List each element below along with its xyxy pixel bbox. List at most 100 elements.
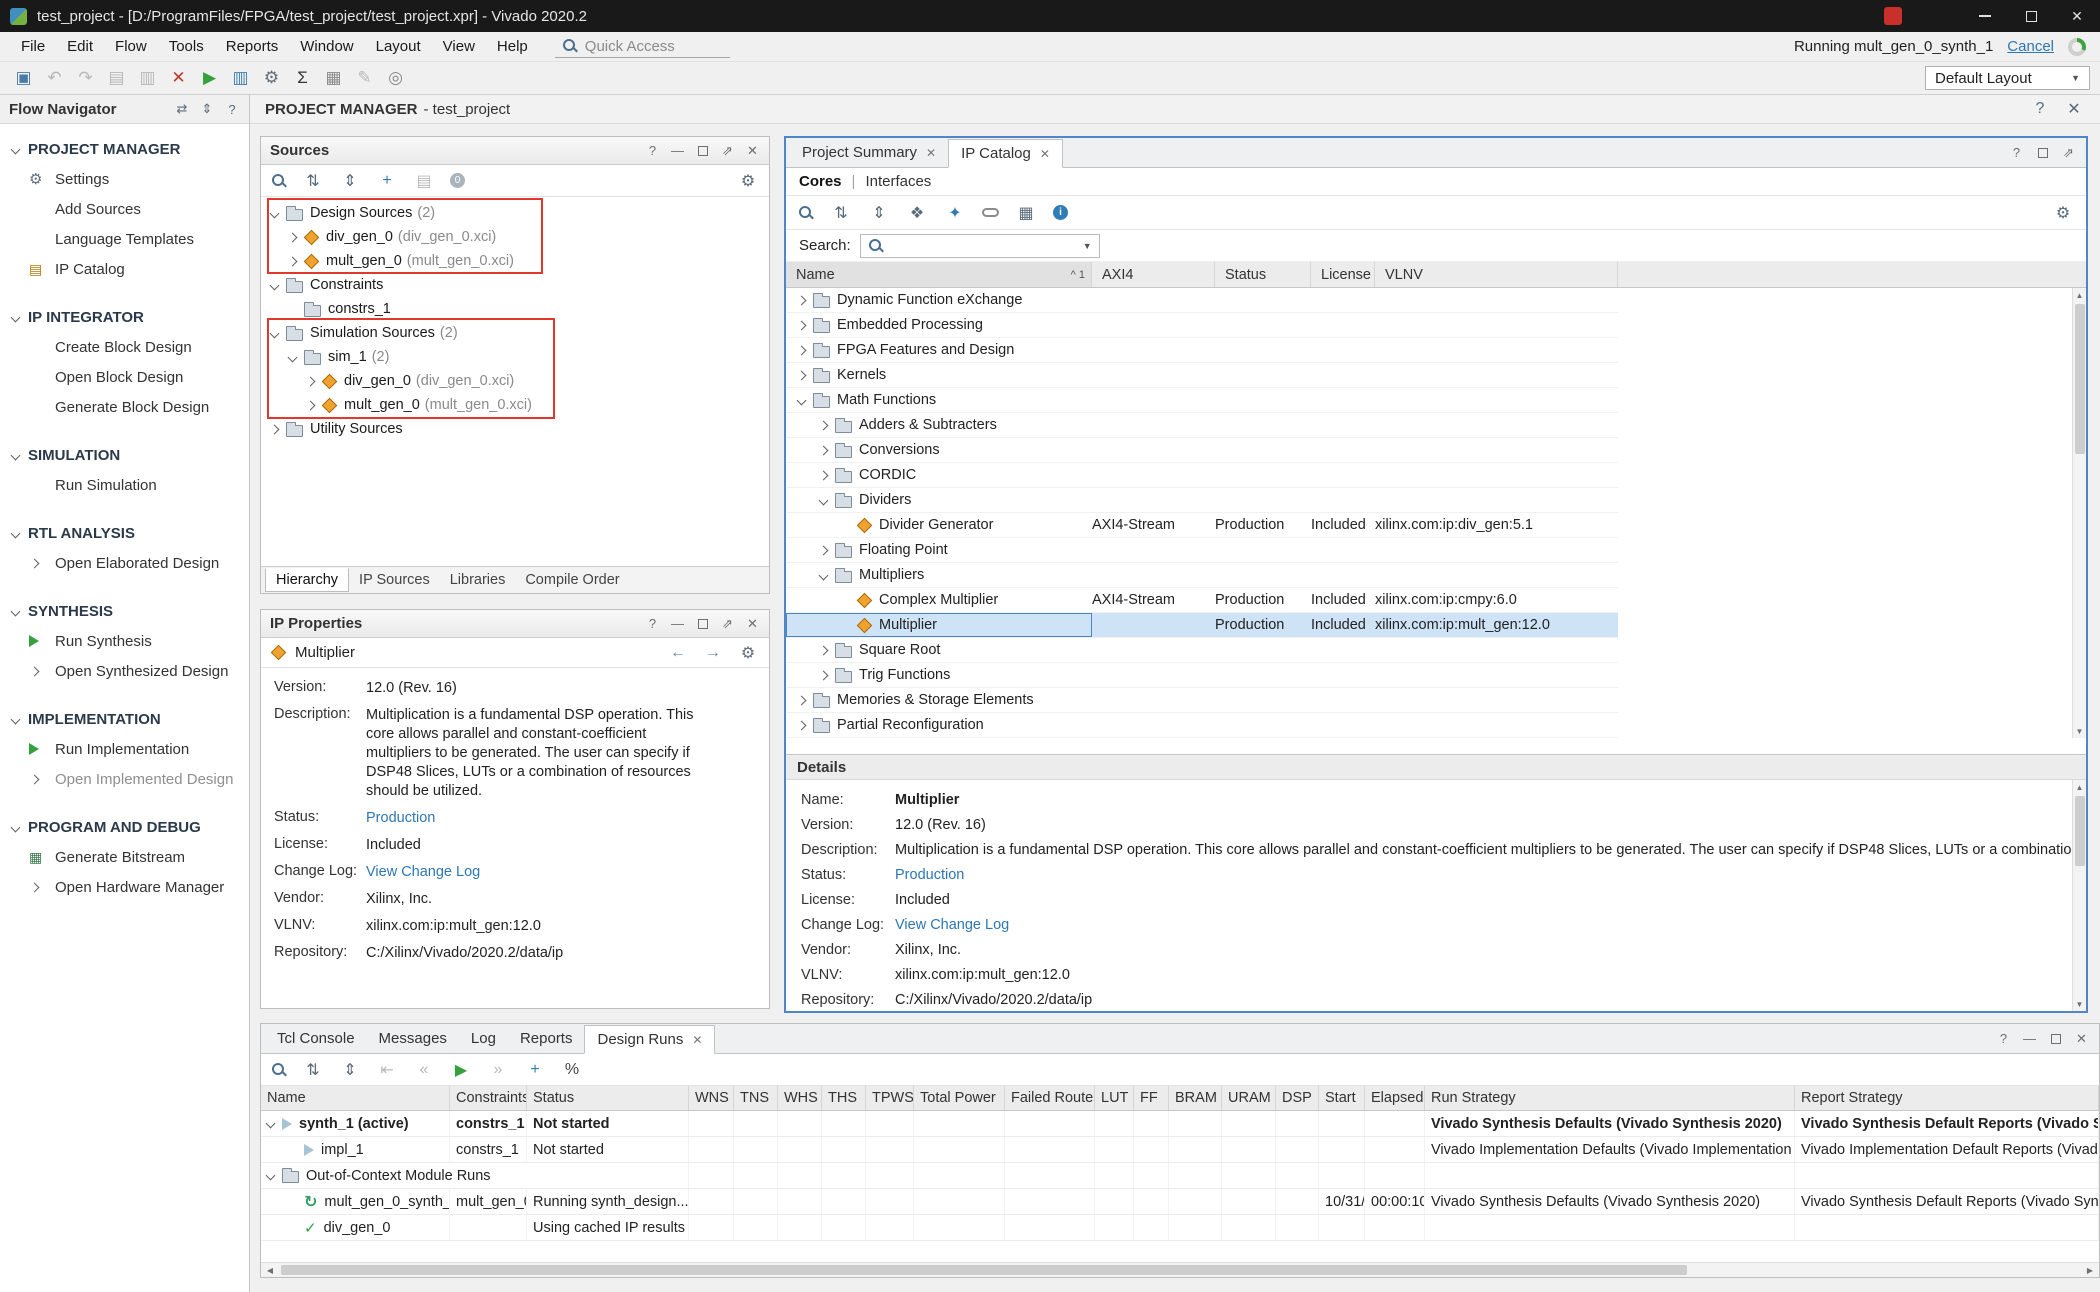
expand-toggle-icon[interactable] — [270, 424, 280, 434]
expand-toggle-icon[interactable] — [819, 445, 829, 455]
flownav-item-run-synthesis[interactable]: Run Synthesis — [0, 626, 249, 656]
tab-tcl-console[interactable]: Tcl Console — [265, 1024, 367, 1053]
column-header-ths[interactable]: THS — [822, 1086, 866, 1110]
column-header-constraints[interactable]: Constraints — [450, 1086, 527, 1110]
expand-toggle-icon[interactable] — [819, 645, 829, 655]
copy-icon[interactable]: ▤ — [103, 67, 130, 89]
menu-window[interactable]: Window — [289, 34, 364, 59]
run-row-out-of-context-module-runs[interactable]: Out-of-Context Module Runs — [261, 1163, 2099, 1189]
collapse-toggle-icon[interactable] — [270, 280, 280, 290]
cancel-link[interactable]: Cancel — [2007, 38, 2054, 55]
scrollbar-thumb[interactable] — [2075, 304, 2085, 454]
column-header-axi4[interactable]: AXI4 — [1092, 262, 1215, 287]
open-file-icon[interactable]: ▤ — [413, 170, 435, 192]
tree-item-mult-gen-0[interactable]: mult_gen_0(mult_gen_0.xci) — [261, 393, 769, 417]
alert-indicator-icon[interactable] — [1884, 7, 1902, 25]
flownav-item-open-implemented-design[interactable]: Open Implemented Design — [0, 764, 249, 794]
view-interfaces[interactable]: Interfaces — [865, 173, 931, 190]
flownav-item-generate-bitstream[interactable]: ▦Generate Bitstream — [0, 842, 249, 872]
collapse-toggle-icon[interactable] — [11, 528, 21, 538]
expand-toggle-icon[interactable] — [819, 470, 829, 480]
flownav-section-header-rtl-analysis[interactable]: RTL ANALYSIS — [0, 518, 249, 548]
tree-item-design-sources[interactable]: Design Sources(2) — [261, 201, 769, 225]
column-header-lut[interactable]: LUT — [1095, 1086, 1134, 1110]
horizontal-scrollbar[interactable]: ◀ ▶ — [261, 1262, 2099, 1277]
catalog-row-memories-storage-elements[interactable]: Memories & Storage Elements — [786, 688, 1618, 713]
expand-toggle-icon[interactable] — [30, 666, 40, 676]
column-header-license[interactable]: License — [1311, 262, 1375, 287]
flownav-section-header-implementation[interactable]: IMPLEMENTATION — [0, 704, 249, 734]
column-header-wns[interactable]: WNS — [689, 1086, 734, 1110]
catalog-row-math-functions[interactable]: Math Functions — [786, 388, 1618, 413]
settings-gear-icon[interactable]: ⚙ — [258, 67, 285, 89]
tab-ip-catalog[interactable]: IP Catalog✕ — [948, 139, 1063, 168]
run-row-div-gen-0[interactable]: ✓div_gen_0Using cached IP results — [261, 1215, 2099, 1241]
minimize-icon[interactable]: — — [670, 616, 685, 631]
field-link[interactable]: Production — [895, 867, 964, 883]
vertical-scrollbar[interactable]: ▲ ▼ — [2072, 288, 2086, 738]
tab-design-runs[interactable]: Design Runs✕ — [584, 1025, 715, 1054]
column-header-run-strategy[interactable]: Run Strategy — [1425, 1086, 1795, 1110]
catalog-row-cordic[interactable]: CORDIC — [786, 463, 1618, 488]
add-sources-icon[interactable]: + — [376, 170, 398, 192]
view-cores[interactable]: Cores — [799, 173, 842, 190]
maximize-icon[interactable]: ⇗ — [2061, 145, 2076, 160]
field-link[interactable]: Production — [366, 809, 435, 828]
collapse-toggle-icon[interactable] — [266, 1119, 276, 1129]
float-icon[interactable] — [695, 143, 710, 158]
grid-view-icon[interactable]: ▦ — [1015, 202, 1037, 224]
flownav-section-header-project-manager[interactable]: PROJECT MANAGER — [0, 134, 249, 164]
layout-grid-icon[interactable]: ▦ — [320, 67, 347, 89]
scrollbar-track[interactable] — [279, 1263, 2081, 1277]
collapse-toggle-icon[interactable] — [819, 495, 829, 505]
redo-icon[interactable]: ↷ — [72, 67, 99, 89]
column-header-whs[interactable]: WHS — [778, 1086, 822, 1110]
column-header-name[interactable]: Name^ 1 — [786, 262, 1092, 287]
collapse-toggle-icon[interactable] — [11, 606, 21, 616]
maximize-icon[interactable]: ⇗ — [720, 143, 735, 158]
expand-toggle-icon[interactable] — [30, 774, 40, 784]
column-header-name[interactable]: Name — [261, 1086, 450, 1110]
collapse-toggle-icon[interactable] — [11, 822, 21, 832]
tree-item-sim-1[interactable]: sim_1(2) — [261, 345, 769, 369]
expand-toggle-icon[interactable] — [306, 400, 316, 410]
menu-flow[interactable]: Flow — [104, 34, 158, 59]
search-icon[interactable] — [271, 1062, 287, 1078]
catalog-row-trig-functions[interactable]: Trig Functions — [786, 663, 1618, 688]
layout-selector[interactable]: Default Layout ▼ — [1925, 66, 2090, 90]
flownav-item-open-hardware-manager[interactable]: Open Hardware Manager — [0, 872, 249, 902]
settings-gear-icon[interactable]: ⚙ — [737, 170, 759, 192]
run-icon[interactable]: ▶ — [196, 67, 223, 89]
maximize-icon[interactable]: ⇗ — [720, 616, 735, 631]
expand-toggle-icon[interactable] — [797, 720, 807, 730]
catalog-row-kernels[interactable]: Kernels — [786, 363, 1618, 388]
collapse-icon[interactable]: ⇕ — [199, 98, 215, 120]
catalog-row-adders-subtracters[interactable]: Adders & Subtracters — [786, 413, 1618, 438]
collapse-toggle-icon[interactable] — [11, 144, 21, 154]
help-icon[interactable]: ? — [645, 143, 660, 158]
expand-toggle-icon[interactable] — [819, 670, 829, 680]
close-button[interactable]: ✕ — [2054, 0, 2100, 32]
scroll-up-icon[interactable]: ▲ — [2073, 780, 2086, 794]
expand-toggle-icon[interactable] — [30, 882, 40, 892]
expand-all-icon[interactable]: ⇕ — [339, 170, 361, 192]
collapse-all-icon[interactable]: ⇅ — [302, 170, 324, 192]
flownav-item-open-elaborated-design[interactable]: Open Elaborated Design — [0, 548, 249, 578]
collapse-toggle-icon[interactable] — [270, 208, 280, 218]
previous-icon[interactable]: ← — [667, 642, 689, 664]
quick-access-search[interactable]: Quick Access — [555, 36, 730, 58]
menu-layout[interactable]: Layout — [365, 34, 432, 59]
run-row-synth-1-active[interactable]: synth_1 (active)constrs_1Not startedViva… — [261, 1111, 2099, 1137]
expand-toggle-icon[interactable] — [30, 558, 40, 568]
save-project-icon[interactable]: ▣ — [10, 67, 37, 89]
help-icon[interactable]: ? — [2009, 145, 2024, 160]
flownav-item-settings[interactable]: ⚙Settings — [0, 164, 249, 194]
flownav-section-header-program-and-debug[interactable]: PROGRAM AND DEBUG — [0, 812, 249, 842]
view-tab-libraries[interactable]: Libraries — [440, 569, 516, 591]
expand-toggle-icon[interactable] — [797, 320, 807, 330]
collapse-toggle-icon[interactable] — [270, 328, 280, 338]
paste-icon[interactable]: ▥ — [134, 67, 161, 89]
catalog-search-input[interactable]: ▼ — [860, 234, 1100, 258]
expand-toggle-icon[interactable] — [797, 345, 807, 355]
column-header-status[interactable]: Status — [527, 1086, 689, 1110]
